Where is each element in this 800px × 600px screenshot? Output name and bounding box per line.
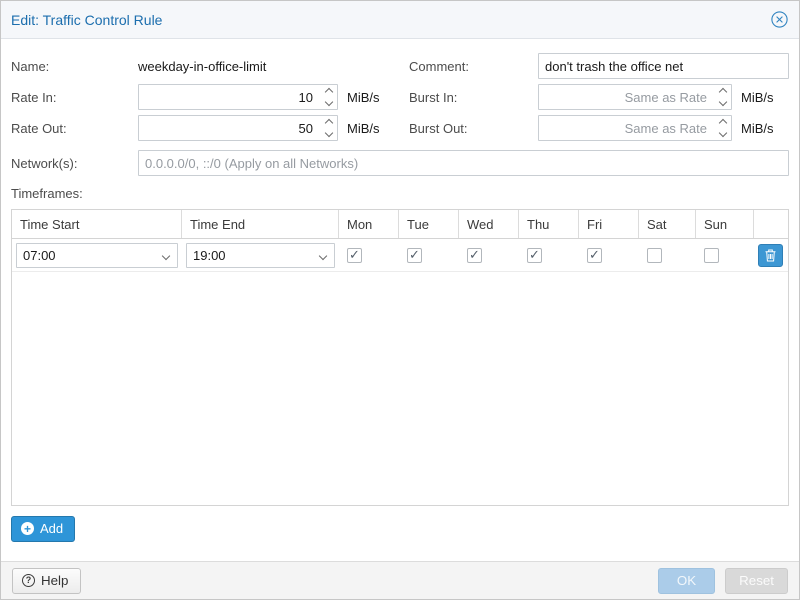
time-start-value: 07:00 — [23, 248, 56, 263]
rate-in-input[interactable] — [138, 84, 338, 110]
edit-traffic-control-rule-dialog: Edit: Traffic Control Rule Name: weekday… — [0, 0, 800, 600]
header-sat[interactable]: Sat — [639, 210, 696, 238]
burst-in-input[interactable] — [538, 84, 732, 110]
rate-out-label: Rate Out: — [11, 121, 138, 136]
time-start-combo[interactable]: 07:00 — [16, 243, 178, 268]
sat-checkbox[interactable] — [647, 248, 662, 263]
timeframes-label: Timeframes: — [11, 186, 789, 201]
plus-circle-icon: + — [21, 522, 34, 535]
burst-out-input[interactable] — [538, 115, 732, 141]
timeframes-grid: Time Start Time End Mon Tue Wed Thu Fri … — [11, 209, 789, 506]
networks-input[interactable] — [138, 150, 789, 176]
wed-checkbox[interactable] — [467, 248, 482, 263]
spinner-down-icon — [719, 98, 727, 106]
dialog-body: Name: weekday-in-office-limit Comment: R… — [1, 39, 799, 561]
comment-label: Comment: — [409, 59, 538, 74]
dialog-footer: ? Help OK Reset — [1, 561, 799, 599]
reset-button[interactable]: Reset — [725, 568, 788, 594]
burst-out-label: Burst Out: — [409, 121, 538, 136]
header-time-end[interactable]: Time End — [182, 210, 339, 238]
dialog-titlebar: Edit: Traffic Control Rule — [1, 1, 799, 39]
time-end-value: 19:00 — [193, 248, 226, 263]
help-button-label: Help — [41, 573, 68, 588]
ok-button[interactable]: OK — [658, 568, 715, 594]
rate-in-label: Rate In: — [11, 90, 138, 105]
form-row-3: Rate Out: MiB/s Burst Out: — [11, 115, 789, 141]
rate-in-unit: MiB/s — [347, 90, 380, 105]
spinner-down-icon — [325, 129, 333, 137]
chevron-down-icon — [319, 251, 327, 259]
dialog-title: Edit: Traffic Control Rule — [11, 12, 769, 28]
add-button-label: Add — [40, 521, 63, 536]
spinner-up-icon — [719, 88, 727, 96]
name-label: Name: — [11, 59, 138, 74]
spinner-up-icon — [719, 119, 727, 127]
add-button[interactable]: + Add — [11, 516, 75, 542]
spinner-up-icon — [325, 119, 333, 127]
networks-label: Network(s): — [11, 156, 138, 171]
rate-in-spinner[interactable] — [326, 89, 332, 105]
burst-in-label: Burst In: — [409, 90, 538, 105]
rate-out-unit: MiB/s — [347, 121, 380, 136]
header-thu[interactable]: Thu — [519, 210, 579, 238]
rate-out-input[interactable] — [138, 115, 338, 141]
spinner-down-icon — [719, 129, 727, 137]
delete-row-button[interactable] — [758, 244, 783, 267]
header-actions — [754, 210, 788, 238]
grid-header: Time Start Time End Mon Tue Wed Thu Fri … — [12, 210, 788, 239]
close-button[interactable] — [769, 10, 789, 30]
header-fri[interactable]: Fri — [579, 210, 639, 238]
grid-empty-area — [12, 272, 788, 505]
burst-in-unit: MiB/s — [741, 90, 774, 105]
header-mon[interactable]: Mon — [339, 210, 399, 238]
burst-in-spinner[interactable] — [720, 89, 726, 105]
time-end-combo[interactable]: 19:00 — [186, 243, 335, 268]
timeframe-row: 07:00 19:00 — [12, 239, 788, 272]
form-row-2: Rate In: MiB/s Burst In: — [11, 84, 789, 110]
burst-out-unit: MiB/s — [741, 121, 774, 136]
burst-out-spinner[interactable] — [720, 120, 726, 136]
trash-icon — [765, 249, 776, 262]
mon-checkbox[interactable] — [347, 248, 362, 263]
sun-checkbox[interactable] — [704, 248, 719, 263]
spinner-up-icon — [325, 88, 333, 96]
header-wed[interactable]: Wed — [459, 210, 519, 238]
form-row-1: Name: weekday-in-office-limit Comment: — [11, 53, 789, 79]
fri-checkbox[interactable] — [587, 248, 602, 263]
header-tue[interactable]: Tue — [399, 210, 459, 238]
header-sun[interactable]: Sun — [696, 210, 754, 238]
spinner-down-icon — [325, 98, 333, 106]
help-button[interactable]: ? Help — [12, 568, 81, 594]
networks-row: Network(s): — [11, 150, 789, 176]
comment-input[interactable] — [538, 53, 789, 79]
question-circle-icon: ? — [22, 574, 35, 587]
circle-x-icon — [771, 11, 788, 28]
name-value: weekday-in-office-limit — [138, 59, 266, 74]
header-time-start[interactable]: Time Start — [12, 210, 182, 238]
thu-checkbox[interactable] — [527, 248, 542, 263]
tue-checkbox[interactable] — [407, 248, 422, 263]
chevron-down-icon — [162, 251, 170, 259]
rate-out-spinner[interactable] — [326, 120, 332, 136]
